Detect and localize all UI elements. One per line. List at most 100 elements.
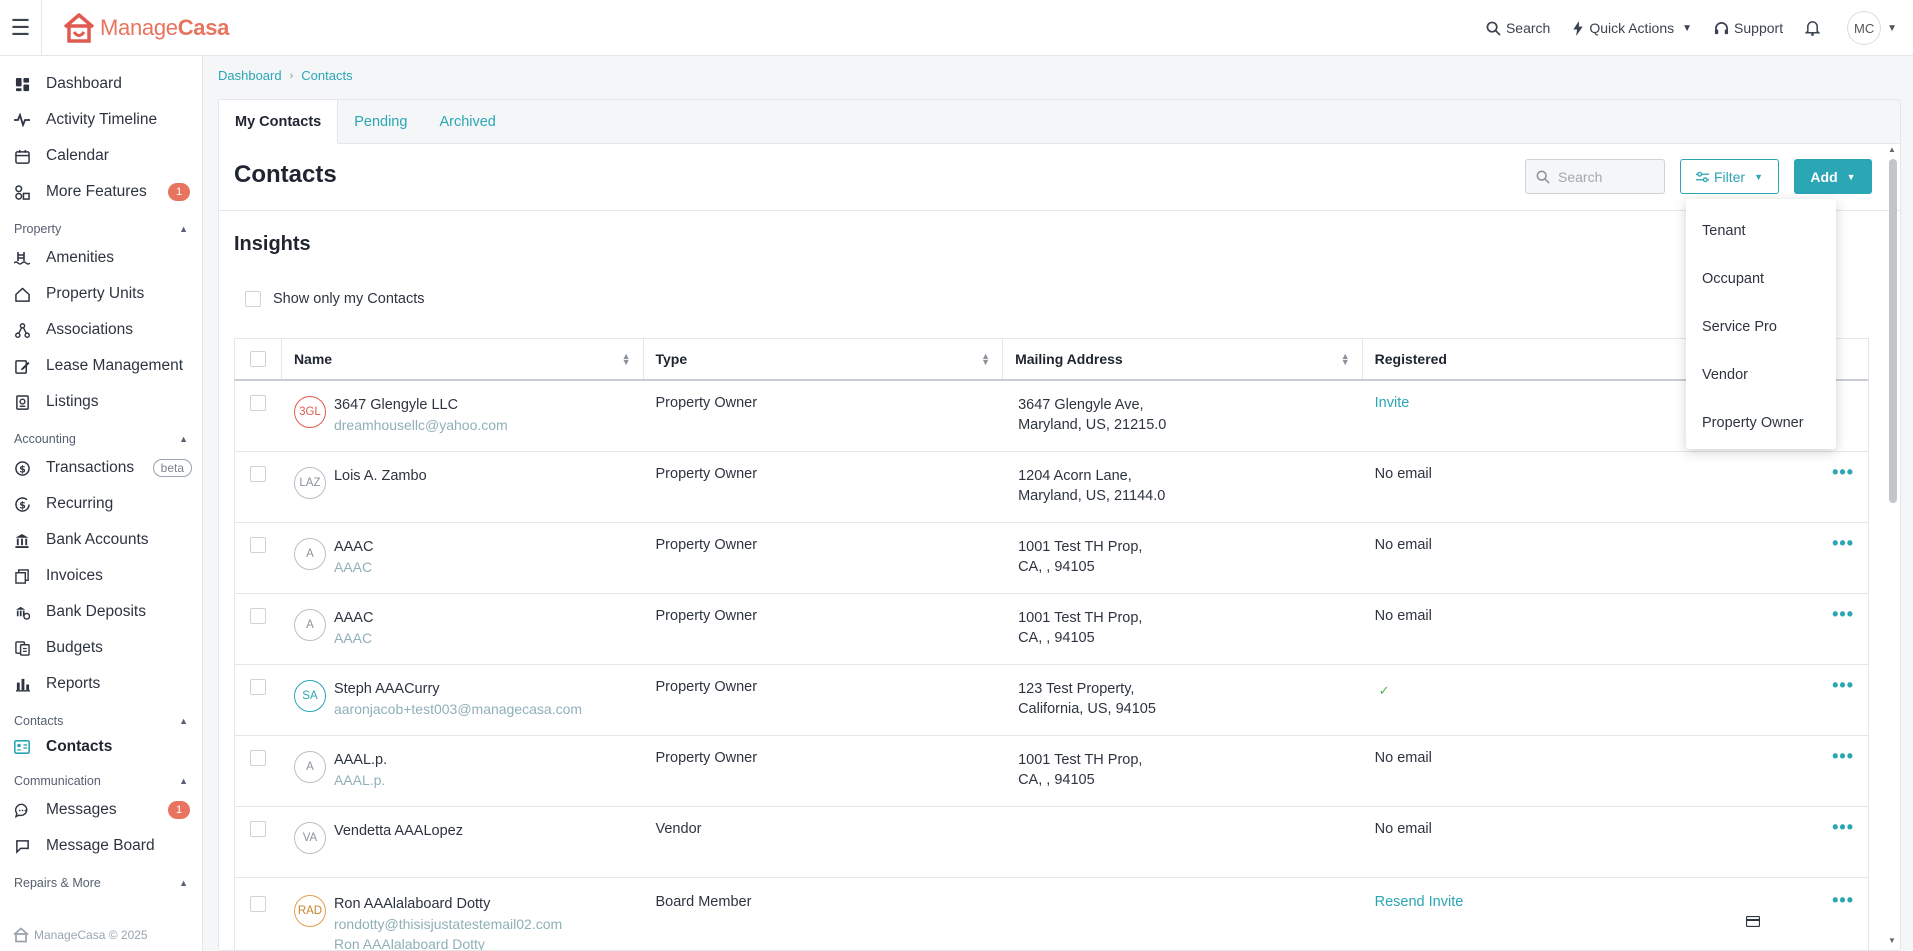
search-input[interactable] <box>1558 168 1658 185</box>
breadcrumb-dashboard-link[interactable]: Dashboard <box>218 68 282 83</box>
row-checkbox[interactable] <box>250 750 266 766</box>
column-header-mailing-address[interactable]: Mailing Address ▲ ▼ <box>1003 339 1363 379</box>
sidebar-item-contacts[interactable]: Contacts <box>0 732 202 762</box>
sidebar-item-recurring[interactable]: $ Recurring <box>0 486 202 522</box>
menu-item-tenant[interactable]: Tenant <box>1686 207 1836 255</box>
sidebar-item-bank-accounts[interactable]: Bank Accounts <box>0 522 202 558</box>
sidebar-item-associations[interactable]: Associations <box>0 312 202 348</box>
sidebar-item-message-board[interactable]: Message Board <box>0 828 202 864</box>
scrollbar-thumb[interactable] <box>1889 159 1897 503</box>
tab-my-contacts[interactable]: My Contacts <box>219 100 339 144</box>
section-property[interactable]: Property ▲ <box>0 218 202 240</box>
column-header-type[interactable]: Type ▲ ▼ <box>644 339 1004 379</box>
contact-name[interactable]: Vendetta AAALopez <box>334 821 463 841</box>
column-header-name[interactable]: Name ▲ ▼ <box>282 339 644 379</box>
sidebar-item-invoices[interactable]: Invoices <box>0 558 202 594</box>
notifications-button[interactable] <box>1805 20 1825 36</box>
breadcrumb-current[interactable]: Contacts <box>301 68 352 83</box>
address-line-2: CA, , 94105 <box>1018 630 1095 646</box>
sidebar-item-listings[interactable]: Listings <box>0 384 202 420</box>
contact-name[interactable]: AAAL.p. <box>334 750 387 770</box>
sidebar-item-property-units[interactable]: Property Units <box>0 276 202 312</box>
registered-status: No email <box>1374 537 1432 553</box>
table-row[interactable]: VA Vendetta AAALopez Vendor No email ••• <box>234 807 1869 878</box>
search-field[interactable] <box>1525 159 1665 194</box>
sidebar-item-amenities[interactable]: Amenities <box>0 240 202 276</box>
quick-actions-button[interactable]: Quick Actions ▼ <box>1572 20 1692 36</box>
row-checkbox[interactable] <box>250 395 266 411</box>
more-actions-icon[interactable]: ••• <box>1832 534 1854 552</box>
tab-archived[interactable]: Archived <box>423 100 511 143</box>
sidebar-item-bank-deposits[interactable]: Bank Deposits <box>0 594 202 630</box>
more-actions-icon[interactable]: ••• <box>1832 463 1854 481</box>
row-checkbox[interactable] <box>250 821 266 837</box>
menu-item-service-pro[interactable]: Service Pro <box>1686 303 1836 351</box>
menu-icon[interactable]: ☰ <box>0 0 42 56</box>
sidebar-item-more-features[interactable]: More Features 1 <box>0 174 202 210</box>
more-actions-icon[interactable]: ••• <box>1832 747 1854 765</box>
contact-name[interactable]: AAAC <box>334 537 374 557</box>
row-checkbox[interactable] <box>250 896 266 912</box>
search-button[interactable]: Search <box>1486 20 1550 36</box>
section-contacts[interactable]: Contacts ▲ <box>0 710 202 732</box>
sort-icon[interactable]: ▲ ▼ <box>981 352 990 367</box>
sidebar-item-reports[interactable]: Reports <box>0 666 202 702</box>
table-row[interactable]: 3GL 3647 Glengyle LLC dreamhousellc@yaho… <box>234 381 1869 452</box>
table-row[interactable]: A AAAC AAAC Property Owner 1001 Test TH … <box>234 523 1869 594</box>
invite-link[interactable]: Invite <box>1375 395 1410 411</box>
resend-invite-link[interactable]: Resend Invite <box>1375 894 1464 910</box>
more-actions-icon[interactable]: ••• <box>1832 818 1854 836</box>
more-actions-icon[interactable]: ••• <box>1832 605 1854 623</box>
row-checkbox[interactable] <box>250 537 266 553</box>
table-row[interactable]: RAD Ron AAAlalaboard Dotty rondotty@this… <box>234 878 1869 950</box>
user-menu-chevron-icon[interactable]: ▼ <box>1887 23 1897 34</box>
add-button[interactable]: Add ▼ <box>1794 159 1872 194</box>
row-checkbox[interactable] <box>250 608 266 624</box>
deposit-icon <box>14 604 30 620</box>
contact-name[interactable]: Steph AAACurry <box>334 679 582 699</box>
sort-icon[interactable]: ▲ ▼ <box>622 352 631 367</box>
contact-name[interactable]: AAAC <box>334 608 374 628</box>
menu-item-vendor[interactable]: Vendor <box>1686 351 1836 399</box>
table-row[interactable]: SA Steph AAACurry aaronjacob+test003@man… <box>234 665 1869 736</box>
sort-icon[interactable]: ▲ ▼ <box>1341 352 1350 367</box>
table-row[interactable]: A AAAL.p. AAAL.p. Property Owner 1001 Te… <box>234 736 1869 807</box>
scrollbar[interactable]: ▲ ▼ <box>1887 145 1899 945</box>
filter-button[interactable]: Filter ▼ <box>1680 159 1779 194</box>
credit-card-icon[interactable] <box>1746 916 1760 927</box>
sidebar-item-dashboard[interactable]: Dashboard <box>0 66 202 102</box>
section-repairs[interactable]: Repairs & More ▲ <box>0 872 202 894</box>
registered-status: No email <box>1374 608 1432 624</box>
scroll-up-icon[interactable]: ▲ <box>1888 145 1896 154</box>
sidebar-item-lease-management[interactable]: Lease Management <box>0 348 202 384</box>
user-avatar[interactable]: MC <box>1847 11 1882 45</box>
show-only-my-contacts[interactable]: Show only my Contacts <box>245 291 425 307</box>
row-checkbox[interactable] <box>250 679 266 695</box>
more-actions-icon[interactable]: ••• <box>1832 676 1854 694</box>
support-button[interactable]: Support <box>1714 20 1783 36</box>
sidebar-item-transactions[interactable]: $ Transactions beta <box>0 450 202 486</box>
show-only-checkbox[interactable] <box>245 291 261 307</box>
chevron-down-icon: ▼ <box>1754 171 1764 182</box>
sidebar-item-calendar[interactable]: Calendar <box>0 138 202 174</box>
sidebar-item-messages[interactable]: Messages 1 <box>0 792 202 828</box>
table-row[interactable]: LAZ Lois A. Zambo Property Owner 1204 Ac… <box>234 452 1869 523</box>
select-all-checkbox[interactable] <box>249 351 266 367</box>
section-communication[interactable]: Communication ▲ <box>0 770 202 792</box>
home-icon <box>14 286 30 302</box>
more-actions-icon[interactable]: ••• <box>1832 891 1854 909</box>
contact-name[interactable]: Ron AAAlalaboard Dotty <box>334 894 562 914</box>
menu-item-property-owner[interactable]: Property Owner <box>1686 399 1836 447</box>
table-row[interactable]: A AAAC AAAC Property Owner 1001 Test TH … <box>234 594 1869 665</box>
avatar: 3GL <box>293 396 326 428</box>
sidebar-item-activity-timeline[interactable]: Activity Timeline <box>0 102 202 138</box>
row-checkbox[interactable] <box>250 466 266 482</box>
menu-item-occupant[interactable]: Occupant <box>1686 255 1836 303</box>
tab-pending[interactable]: Pending <box>338 100 423 143</box>
contact-name[interactable]: 3647 Glengyle LLC <box>334 395 508 415</box>
logo[interactable]: ManageCasa <box>62 12 229 44</box>
section-accounting[interactable]: Accounting ▲ <box>0 428 202 450</box>
sidebar-item-budgets[interactable]: Budgets <box>0 630 202 666</box>
contact-name[interactable]: Lois A. Zambo <box>334 466 427 486</box>
scroll-down-icon[interactable]: ▼ <box>1888 936 1896 945</box>
